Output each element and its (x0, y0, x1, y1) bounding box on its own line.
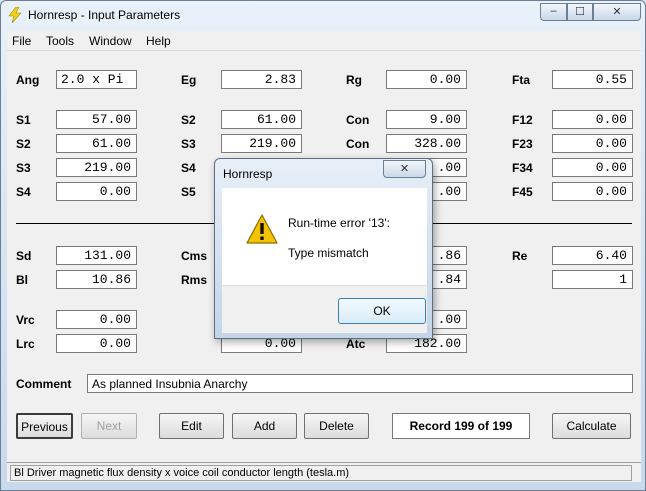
dialog-close-button[interactable]: ✕ (383, 160, 426, 178)
s3b-label: S3 (16, 161, 31, 175)
f23-label: F23 (512, 137, 533, 151)
rg-field[interactable]: 0.00 (386, 70, 467, 89)
dialog-title: Hornresp (223, 167, 273, 181)
s4b-field[interactable]: 0.00 (56, 182, 137, 201)
comment-field[interactable]: As planned Insubnia Anarchy (87, 374, 633, 393)
rg-label: Rg (346, 73, 362, 87)
error-dialog: Hornresp ✕ Run-time error '13': Type mis… (214, 158, 433, 339)
atc-label: Atc (346, 337, 366, 351)
vrc-field[interactable]: 0.00 (56, 310, 137, 329)
con2-label: Con (346, 137, 370, 151)
eg-field[interactable]: 2.83 (221, 70, 302, 89)
close-icon: ✕ (399, 163, 410, 175)
status-bar: Bl Driver magnetic flux density x voice … (7, 462, 641, 482)
nd-field[interactable]: 1 (552, 270, 633, 289)
sd-field[interactable]: 131.00 (56, 246, 137, 265)
s4b-label: S4 (16, 185, 31, 199)
f34-field[interactable]: 0.00 (552, 158, 633, 177)
ang-field[interactable]: 2.0 x Pi (56, 70, 137, 89)
s2b-label: S2 (16, 137, 31, 151)
f34-label: F34 (512, 161, 533, 175)
eg-label: Eg (181, 73, 197, 87)
rms-label: Rms (181, 273, 208, 287)
s2b-field[interactable]: 61.00 (56, 134, 137, 153)
ang-label: Ang (16, 73, 40, 87)
menu-tools[interactable]: Tools (46, 34, 74, 48)
status-text: Bl Driver magnetic flux density x voice … (10, 465, 632, 481)
menu-file[interactable]: File (12, 34, 31, 48)
title-bar[interactable]: Hornresp - Input Parameters – ☐ ✕ (1, 1, 645, 29)
delete-button[interactable]: Delete (304, 413, 369, 439)
s3-label: S3 (181, 137, 196, 151)
lrc-field[interactable]: 0.00 (56, 334, 137, 353)
bl-label: Bl (16, 273, 28, 287)
con1-label: Con (346, 113, 370, 127)
dialog-body: Run-time error '13': Type mismatch (222, 188, 427, 285)
s1-label: S1 (16, 113, 31, 127)
s1-field[interactable]: 57.00 (56, 110, 137, 129)
s2-field[interactable]: 61.00 (221, 110, 302, 129)
record-indicator: Record 199 of 199 (392, 413, 530, 439)
f12-field[interactable]: 0.00 (552, 110, 633, 129)
s5-label: S5 (181, 185, 196, 199)
close-icon: ✕ (612, 6, 622, 18)
window-title: Hornresp - Input Parameters (28, 8, 181, 22)
comment-label: Comment (16, 377, 72, 391)
sd-label: Sd (16, 249, 32, 263)
minimize-button[interactable]: – (540, 3, 567, 21)
re-field[interactable]: 6.40 (552, 246, 633, 265)
con1-field[interactable]: 9.00 (386, 110, 467, 129)
error-message: Run-time error '13': (288, 216, 390, 230)
add-button[interactable]: Add (232, 413, 297, 439)
lightning-icon (8, 7, 22, 23)
bl-field[interactable]: 10.86 (56, 270, 137, 289)
next-button[interactable]: Next (81, 413, 137, 439)
con2-field[interactable]: 328.00 (386, 134, 467, 153)
minimize-icon: – (550, 5, 557, 17)
re-label: Re (512, 249, 528, 263)
menu-bar: File Tools Window Help (7, 31, 641, 51)
menu-help[interactable]: Help (146, 34, 171, 48)
close-button[interactable]: ✕ (593, 3, 641, 21)
warning-icon (246, 214, 278, 244)
fta-field[interactable]: 0.55 (552, 70, 633, 89)
maximize-icon: ☐ (575, 6, 585, 18)
f45-field[interactable]: 0.00 (552, 182, 633, 201)
calculate-button[interactable]: Calculate (552, 413, 631, 439)
ok-button[interactable]: OK (338, 298, 426, 324)
error-detail: Type mismatch (288, 246, 369, 260)
s3b-field[interactable]: 219.00 (56, 158, 137, 177)
cms-label: Cms (181, 249, 208, 263)
dialog-footer: OK (222, 285, 427, 333)
s4-label: S4 (181, 161, 196, 175)
f12-label: F12 (512, 113, 533, 127)
previous-button[interactable]: Previous (16, 413, 73, 439)
menu-window[interactable]: Window (89, 34, 132, 48)
f23-field[interactable]: 0.00 (552, 134, 633, 153)
maximize-button[interactable]: ☐ (567, 3, 593, 21)
fta-label: Fta (512, 73, 530, 87)
lrc-label: Lrc (16, 337, 35, 351)
s3-field[interactable]: 219.00 (221, 134, 302, 153)
f45-label: F45 (512, 185, 533, 199)
s2-label: S2 (181, 113, 196, 127)
edit-button[interactable]: Edit (159, 413, 224, 439)
vrc-label: Vrc (16, 313, 35, 327)
